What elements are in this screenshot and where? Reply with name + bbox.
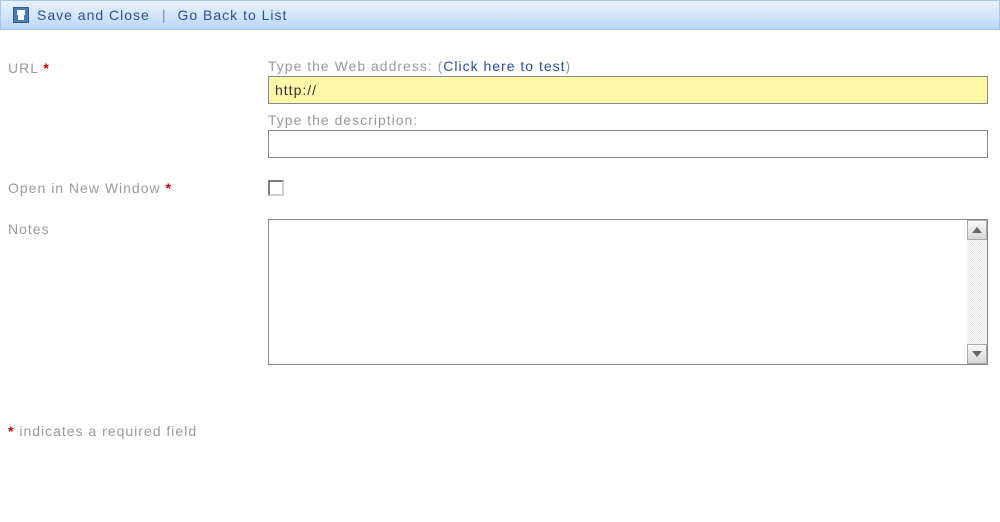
notes-textarea[interactable] — [269, 220, 967, 364]
save-icon — [13, 7, 29, 23]
notes-field-content — [268, 219, 988, 365]
required-field-note: * indicates a required field — [0, 423, 1000, 439]
url-label: URL * — [8, 58, 268, 76]
notes-textarea-wrap — [268, 219, 988, 365]
web-address-label: Type the Web address: (Click here to tes… — [268, 58, 988, 74]
toolbar: Save and Close | Go Back to List — [0, 0, 1000, 30]
url-field-content: Type the Web address: (Click here to tes… — [268, 58, 988, 158]
open-new-window-required-asterisk: * — [166, 180, 172, 196]
scroll-up-button[interactable] — [967, 220, 987, 240]
description-input[interactable] — [268, 130, 988, 158]
url-label-text: URL — [8, 60, 39, 76]
chevron-down-icon — [972, 351, 982, 357]
web-address-label-text: Type the Web address: ( — [268, 58, 443, 74]
notes-scrollbar[interactable] — [967, 220, 987, 364]
scroll-down-button[interactable] — [967, 344, 987, 364]
notes-label: Notes — [8, 219, 268, 237]
open-new-window-label-text: Open in New Window — [8, 180, 161, 196]
form-area: URL * Type the Web address: (Click here … — [0, 30, 1000, 393]
description-label: Type the description: — [268, 112, 988, 128]
url-row: URL * Type the Web address: (Click here … — [8, 58, 992, 158]
go-back-to-list-button[interactable]: Go Back to List — [177, 7, 287, 23]
toolbar-separator: | — [162, 7, 166, 23]
open-new-window-field-content — [268, 178, 988, 199]
footer-required-text: indicates a required field — [14, 423, 197, 439]
open-new-window-checkbox[interactable] — [268, 180, 284, 196]
notes-row: Notes — [8, 219, 992, 365]
test-url-link[interactable]: Click here to test — [443, 58, 565, 74]
url-required-asterisk: * — [43, 60, 49, 76]
open-new-window-label: Open in New Window * — [8, 178, 268, 196]
url-input[interactable] — [268, 76, 988, 104]
web-address-label-close: ) — [566, 58, 572, 74]
chevron-up-icon — [972, 227, 982, 233]
open-new-window-row: Open in New Window * — [8, 178, 992, 199]
save-and-close-button[interactable]: Save and Close — [37, 7, 150, 23]
